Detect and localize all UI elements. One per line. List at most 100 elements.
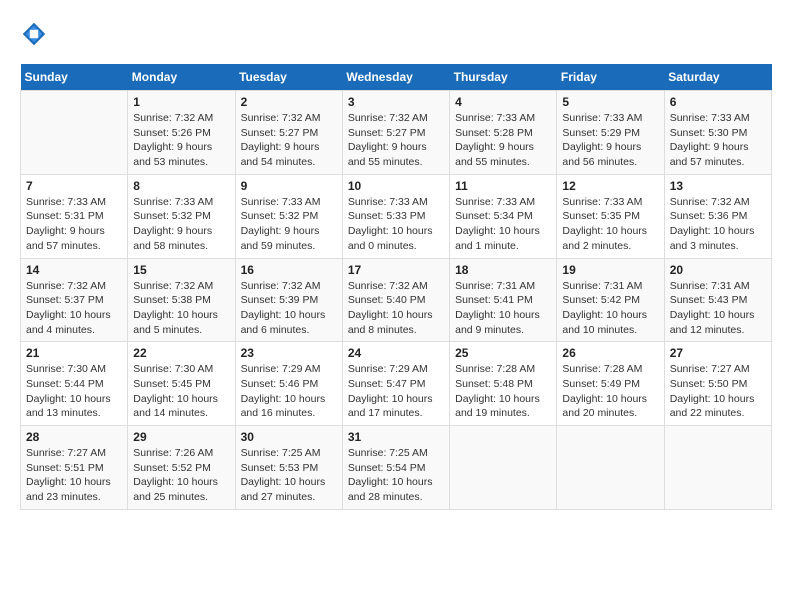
calendar-cell: 13Sunrise: 7:32 AMSunset: 5:36 PMDayligh… <box>664 174 771 258</box>
week-row-5: 28 Sunrise: 7:27 AMSunset: 5:51 PMDayligh… <box>21 426 772 510</box>
day-number: 11 <box>455 179 551 193</box>
day-number: 19 <box>562 263 658 277</box>
day-info: Sunrise: 7:32 AMSunset: 5:38 PMDaylight:… <box>133 279 229 338</box>
day-info: Sunrise: 7:33 AMSunset: 5:32 PMDaylight:… <box>241 195 337 254</box>
day-number: 3 <box>348 95 444 109</box>
day-number: 5 <box>562 95 658 109</box>
calendar-cell: 10 Sunrise: 7:33 AMSunset: 5:33 PMDayligh… <box>342 174 449 258</box>
calendar-cell: 18 Sunrise: 7:31 AMSunset: 5:41 PMDayligh… <box>450 258 557 342</box>
day-info: Sunrise: 7:25 AMSunset: 5:53 PMDaylight:… <box>241 446 337 505</box>
calendar-cell: 12 Sunrise: 7:33 AMSunset: 5:35 PMDayligh… <box>557 174 664 258</box>
day-number: 2 <box>241 95 337 109</box>
day-info: Sunrise: 7:31 AMSunset: 5:42 PMDaylight:… <box>562 279 658 338</box>
page-header <box>20 20 772 48</box>
week-row-3: 14 Sunrise: 7:32 AMSunset: 5:37 PMDayligh… <box>21 258 772 342</box>
day-number: 28 <box>26 430 122 444</box>
calendar-cell: 9 Sunrise: 7:33 AMSunset: 5:32 PMDaylight… <box>235 174 342 258</box>
day-info: Sunrise: 7:33 AMSunset: 5:28 PMDaylight:… <box>455 111 551 170</box>
day-number: 15 <box>133 263 229 277</box>
calendar-cell: 7 Sunrise: 7:33 AMSunset: 5:31 PMDaylight… <box>21 174 128 258</box>
calendar-cell <box>557 426 664 510</box>
day-info: Sunrise: 7:33 AMSunset: 5:32 PMDaylight:… <box>133 195 229 254</box>
calendar-cell: 22 Sunrise: 7:30 AMSunset: 5:45 PMDayligh… <box>128 342 235 426</box>
day-info: Sunrise: 7:32 AMSunset: 5:27 PMDaylight:… <box>348 111 444 170</box>
day-info: Sunrise: 7:25 AMSunset: 5:54 PMDaylight:… <box>348 446 444 505</box>
week-row-2: 7 Sunrise: 7:33 AMSunset: 5:31 PMDaylight… <box>21 174 772 258</box>
day-info: Sunrise: 7:33 AMSunset: 5:31 PMDaylight:… <box>26 195 122 254</box>
day-info: Sunrise: 7:29 AMSunset: 5:47 PMDaylight:… <box>348 362 444 421</box>
day-info: Sunrise: 7:29 AMSunset: 5:46 PMDaylight:… <box>241 362 337 421</box>
header-tuesday: Tuesday <box>235 64 342 91</box>
week-row-4: 21 Sunrise: 7:30 AMSunset: 5:44 PMDayligh… <box>21 342 772 426</box>
calendar-cell: 1 Sunrise: 7:32 AMSunset: 5:26 PMDaylight… <box>128 91 235 175</box>
calendar-table: SundayMondayTuesdayWednesdayThursdayFrid… <box>20 64 772 510</box>
day-info: Sunrise: 7:31 AMSunset: 5:41 PMDaylight:… <box>455 279 551 338</box>
day-number: 8 <box>133 179 229 193</box>
day-number: 1 <box>133 95 229 109</box>
day-info: Sunrise: 7:32 AMSunset: 5:40 PMDaylight:… <box>348 279 444 338</box>
header-wednesday: Wednesday <box>342 64 449 91</box>
calendar-cell: 20 Sunrise: 7:31 AMSunset: 5:43 PMDayligh… <box>664 258 771 342</box>
day-number: 14 <box>26 263 122 277</box>
day-number: 6 <box>670 95 766 109</box>
day-info: Sunrise: 7:33 AMSunset: 5:34 PMDaylight:… <box>455 195 551 254</box>
day-number: 20 <box>670 263 766 277</box>
header-thursday: Thursday <box>450 64 557 91</box>
calendar-cell: 16Sunrise: 7:32 AMSunset: 5:39 PMDayligh… <box>235 258 342 342</box>
calendar-cell <box>664 426 771 510</box>
day-number: 4 <box>455 95 551 109</box>
day-info: Sunrise: 7:33 AMSunset: 5:35 PMDaylight:… <box>562 195 658 254</box>
day-number: 31 <box>348 430 444 444</box>
day-number: 30 <box>241 430 337 444</box>
calendar-cell: 29 Sunrise: 7:26 AMSunset: 5:52 PMDayligh… <box>128 426 235 510</box>
header-monday: Monday <box>128 64 235 91</box>
calendar-cell <box>21 91 128 175</box>
day-number: 10 <box>348 179 444 193</box>
calendar-cell: 14 Sunrise: 7:32 AMSunset: 5:37 PMDayligh… <box>21 258 128 342</box>
day-number: 22 <box>133 346 229 360</box>
calendar-cell: 2Sunrise: 7:32 AMSunset: 5:27 PMDaylight… <box>235 91 342 175</box>
day-number: 7 <box>26 179 122 193</box>
day-number: 26 <box>562 346 658 360</box>
day-info: Sunrise: 7:32 AMSunset: 5:39 PMDaylight:… <box>241 279 337 338</box>
calendar-cell: 26 Sunrise: 7:28 AMSunset: 5:49 PMDayligh… <box>557 342 664 426</box>
day-info: Sunrise: 7:30 AMSunset: 5:45 PMDaylight:… <box>133 362 229 421</box>
logo <box>20 20 52 48</box>
calendar-cell: 24Sunrise: 7:29 AMSunset: 5:47 PMDayligh… <box>342 342 449 426</box>
calendar-cell: 6Sunrise: 7:33 AMSunset: 5:30 PMDaylight… <box>664 91 771 175</box>
calendar-cell: 15 Sunrise: 7:32 AMSunset: 5:38 PMDayligh… <box>128 258 235 342</box>
day-info: Sunrise: 7:27 AMSunset: 5:51 PMDaylight:… <box>26 446 122 505</box>
day-number: 18 <box>455 263 551 277</box>
calendar-cell: 28 Sunrise: 7:27 AMSunset: 5:51 PMDayligh… <box>21 426 128 510</box>
calendar-cell: 8 Sunrise: 7:33 AMSunset: 5:32 PMDaylight… <box>128 174 235 258</box>
day-number: 29 <box>133 430 229 444</box>
day-info: Sunrise: 7:30 AMSunset: 5:44 PMDaylight:… <box>26 362 122 421</box>
calendar-cell: 3 Sunrise: 7:32 AMSunset: 5:27 PMDaylight… <box>342 91 449 175</box>
day-number: 21 <box>26 346 122 360</box>
calendar-cell: 11 Sunrise: 7:33 AMSunset: 5:34 PMDayligh… <box>450 174 557 258</box>
header-saturday: Saturday <box>664 64 771 91</box>
day-info: Sunrise: 7:28 AMSunset: 5:49 PMDaylight:… <box>562 362 658 421</box>
header-friday: Friday <box>557 64 664 91</box>
day-info: Sunrise: 7:31 AMSunset: 5:43 PMDaylight:… <box>670 279 766 338</box>
calendar-cell: 31 Sunrise: 7:25 AMSunset: 5:54 PMDayligh… <box>342 426 449 510</box>
day-info: Sunrise: 7:26 AMSunset: 5:52 PMDaylight:… <box>133 446 229 505</box>
day-info: Sunrise: 7:33 AMSunset: 5:33 PMDaylight:… <box>348 195 444 254</box>
logo-icon <box>20 20 48 48</box>
header-sunday: Sunday <box>21 64 128 91</box>
day-number: 25 <box>455 346 551 360</box>
calendar-cell: 23 Sunrise: 7:29 AMSunset: 5:46 PMDayligh… <box>235 342 342 426</box>
day-number: 12 <box>562 179 658 193</box>
week-row-1: 1 Sunrise: 7:32 AMSunset: 5:26 PMDaylight… <box>21 91 772 175</box>
day-info: Sunrise: 7:32 AMSunset: 5:26 PMDaylight:… <box>133 111 229 170</box>
day-number: 17 <box>348 263 444 277</box>
day-info: Sunrise: 7:32 AMSunset: 5:36 PMDaylight:… <box>670 195 766 254</box>
calendar-cell: 21 Sunrise: 7:30 AMSunset: 5:44 PMDayligh… <box>21 342 128 426</box>
day-number: 23 <box>241 346 337 360</box>
day-number: 9 <box>241 179 337 193</box>
day-info: Sunrise: 7:33 AMSunset: 5:29 PMDaylight:… <box>562 111 658 170</box>
day-number: 27 <box>670 346 766 360</box>
day-info: Sunrise: 7:32 AMSunset: 5:37 PMDaylight:… <box>26 279 122 338</box>
calendar-cell: 25Sunrise: 7:28 AMSunset: 5:48 PMDayligh… <box>450 342 557 426</box>
header-row: SundayMondayTuesdayWednesdayThursdayFrid… <box>21 64 772 91</box>
